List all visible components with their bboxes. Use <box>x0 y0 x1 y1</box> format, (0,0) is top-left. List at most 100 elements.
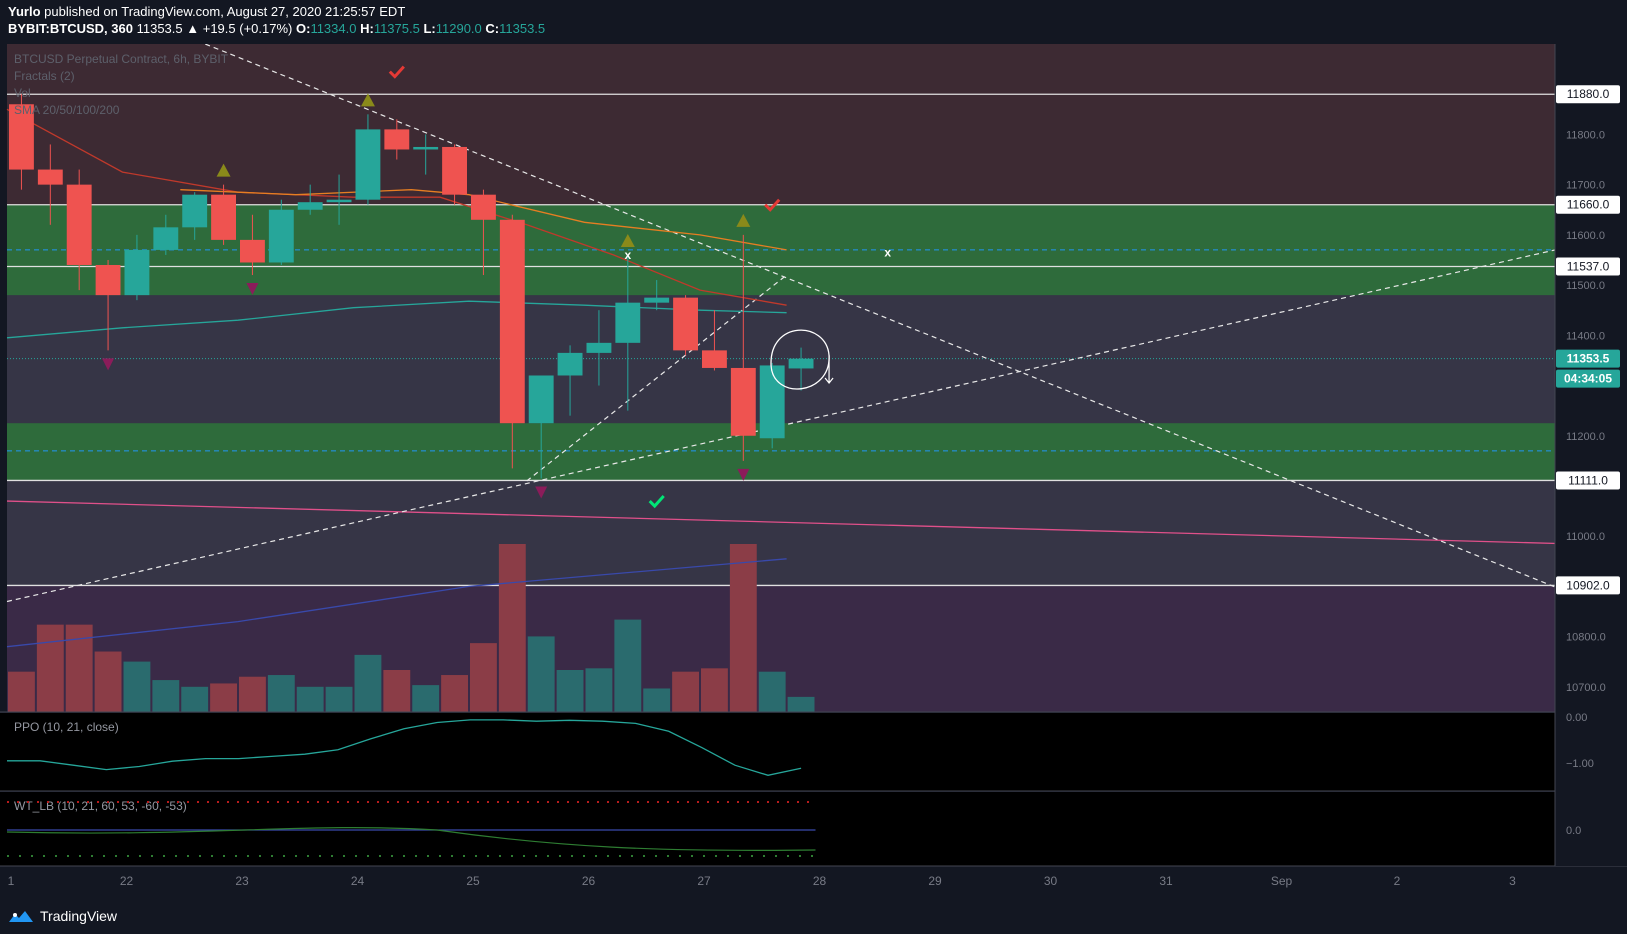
open-value: 11334.0 <box>310 21 357 36</box>
x-tick-label: 29 <box>928 874 942 888</box>
candle-body <box>673 297 698 351</box>
y-tick-label: 11000.0 <box>1566 531 1605 543</box>
price-change: ▲ +19.5 (+0.17%) <box>186 21 293 36</box>
volume-bar <box>36 624 64 712</box>
candle-body <box>240 239 265 263</box>
candle-body <box>211 194 236 240</box>
countdown-label: 04:34:05 <box>1564 372 1612 386</box>
price-chart[interactable]: x x PPO (10, 21, close) WT_LB (10, 21, 60,… <box>0 44 1627 902</box>
x-tick-label: 1 <box>8 874 15 888</box>
x-mark-icon: x <box>624 248 631 262</box>
volume-bar <box>614 619 642 712</box>
close-value: 11353.5 <box>499 21 546 36</box>
tradingview-footer[interactable]: TradingView <box>8 905 117 927</box>
high-label: H: <box>360 21 374 36</box>
candle-body <box>586 342 612 353</box>
tradingview-logo-icon <box>9 911 33 922</box>
volume-bar <box>210 683 237 712</box>
volume-bar <box>8 671 35 712</box>
volume-bar <box>672 671 699 712</box>
y-tick-label: 11600.0 <box>1566 230 1605 242</box>
volume-bar <box>585 668 613 712</box>
candle-body <box>95 264 121 296</box>
price-tag-label: 11880.0 <box>1567 87 1610 101</box>
symbol-info: BYBIT:BTCUSD, 360 11353.5 ▲ +19.5 (+0.17… <box>8 21 545 36</box>
price-tag-label: 10902.0 <box>1566 578 1610 592</box>
candle-body <box>297 202 323 210</box>
candle-body <box>499 219 525 424</box>
volume-bar <box>267 675 295 712</box>
candle-body <box>730 367 756 436</box>
footer-brand: TradingView <box>40 908 118 924</box>
zone-red <box>7 44 1555 205</box>
volume-bar <box>325 686 353 712</box>
y-tick-label: 11400.0 <box>1566 330 1605 342</box>
candle-body <box>557 352 583 376</box>
symbol: BYBIT:BTCUSD, 360 <box>8 21 133 36</box>
volume-bar <box>441 675 468 712</box>
candle-body <box>788 358 814 369</box>
candle-body <box>644 297 670 303</box>
ppo-tick-label: 0.00 <box>1566 712 1587 724</box>
y-tick-label: 10700.0 <box>1566 682 1606 694</box>
candle-body <box>528 375 554 424</box>
volume-bar <box>152 680 180 712</box>
price-axis <box>1555 44 1627 866</box>
candle-body <box>326 199 352 203</box>
candle-body <box>615 302 641 343</box>
legend-title: BTCUSD Perpetual Contract, 6h, BYBIT <box>14 52 229 66</box>
x-tick-label: 22 <box>120 874 134 888</box>
volume-bar <box>123 661 151 712</box>
x-tick-label: 30 <box>1044 874 1058 888</box>
last-price: 11353.5 <box>136 21 183 36</box>
price-tag-label: 11353.5 <box>1567 352 1610 366</box>
volume-bar <box>729 544 757 712</box>
volume-bar <box>296 686 324 712</box>
volume-bar <box>527 636 555 712</box>
candle-body <box>182 194 208 228</box>
wt-label: WT_LB (10, 21, 60, 53, -60, -53) <box>14 799 187 813</box>
candle-body <box>66 184 92 265</box>
close-label: C: <box>485 21 500 36</box>
candle-body <box>442 146 467 195</box>
y-tick-label: 11200.0 <box>1566 431 1605 443</box>
wt-tick-label: 0.0 <box>1566 825 1581 837</box>
volume-bar <box>412 685 440 712</box>
x-tick-label: 23 <box>235 874 249 888</box>
x-tick-label: 28 <box>813 874 827 888</box>
candle-body <box>384 129 410 150</box>
volume-bar <box>470 643 497 712</box>
volume-bar <box>556 670 584 712</box>
x-tick-label: 27 <box>697 874 711 888</box>
author-name[interactable]: Yurlo <box>8 4 41 19</box>
candle-body <box>413 146 439 150</box>
published-text: published on TradingView.com, August 27,… <box>44 4 406 19</box>
price-tag-label: 11660.0 <box>1567 198 1610 212</box>
high-value: 11375.5 <box>373 21 420 36</box>
x-tick-label: 31 <box>1159 874 1173 888</box>
x-tick-label: 24 <box>351 874 365 888</box>
candle-body <box>124 249 150 296</box>
ppo-tick-label: −1.00 <box>1566 758 1594 770</box>
candle-body <box>471 194 496 220</box>
y-tick-label: 10800.0 <box>1566 632 1606 644</box>
legend-vol: Vol <box>14 86 31 100</box>
volume-bar <box>701 668 728 712</box>
x-tick-label: 25 <box>466 874 480 888</box>
wt-pane <box>0 792 1555 866</box>
low-value: 11290.0 <box>435 21 482 36</box>
publish-info: Yurlo published on TradingView.com, Augu… <box>8 4 405 19</box>
candle-body <box>153 227 179 250</box>
x-tick-label: Sep <box>1271 874 1293 888</box>
volume-bar <box>758 671 786 712</box>
y-tick-label: 11800.0 <box>1566 129 1605 141</box>
candle-body <box>37 169 63 185</box>
y-tick-label: 11500.0 <box>1566 280 1605 292</box>
volume-bar <box>354 654 382 712</box>
price-tag-label: 11537.0 <box>1567 259 1610 273</box>
volume-bar <box>181 686 209 712</box>
volume-bar <box>94 651 122 712</box>
candle-body <box>702 350 727 368</box>
volume-bar <box>383 670 411 712</box>
volume-bar <box>643 688 671 712</box>
